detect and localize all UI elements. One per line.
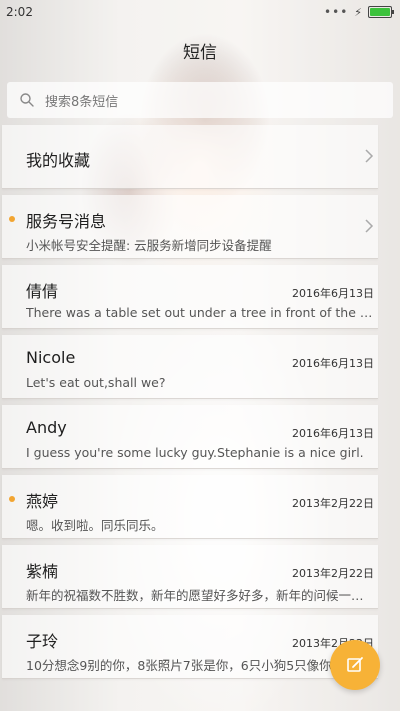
conversation-name: 倩倩	[26, 282, 59, 301]
conversation-date: 2013年2月22日	[292, 567, 374, 580]
conversation-name: 紫楠	[26, 562, 59, 581]
conversation-name: 燕婷	[26, 492, 59, 511]
chevron-right-icon	[365, 219, 374, 233]
conversation-preview: 新年的祝福数不胜数，新年的愿望好多好多，新年的问候一个又一个	[26, 588, 376, 603]
compose-button[interactable]	[330, 640, 380, 690]
list-item[interactable]: Nicole 2016年6月13日 Let's eat out,shall we…	[2, 335, 378, 399]
chevron-right-icon	[365, 149, 374, 163]
conversation-date: 2016年6月13日	[292, 287, 374, 300]
status-time: 2:02	[6, 5, 33, 19]
unread-dot	[9, 216, 15, 222]
conversation-preview: 嗯。收到啦。同乐同乐。	[26, 518, 164, 533]
conversation-name: 服务号消息	[26, 212, 107, 231]
favorites-item[interactable]: 我的收藏	[2, 125, 378, 189]
list-item[interactable]: Andy 2016年6月13日 I guess you're some luck…	[2, 405, 378, 469]
status-bar: 2:02 ••• ⚡	[0, 0, 400, 24]
conversation-name: Nicole	[26, 348, 76, 367]
list-item[interactable]: 倩倩 2016年6月13日 There was a table set out …	[2, 265, 378, 329]
list-item[interactable]: 紫楠 2013年2月22日 新年的祝福数不胜数，新年的愿望好多好多，新年的问候一…	[2, 545, 378, 609]
conversation-preview: 10分想念9别的你，8张照片7张是你，6只小狗5只像你	[26, 658, 332, 673]
conversation-preview: 小米帐号安全提醒: 云服务新增同步设备提醒	[26, 238, 272, 253]
battery-fill	[370, 8, 390, 16]
search-icon	[20, 93, 34, 107]
unread-dot	[9, 496, 15, 502]
favorites-label: 我的收藏	[26, 151, 91, 170]
search-input[interactable]: 搜索8条短信	[45, 91, 118, 110]
conversation-preview: Let's eat out,shall we?	[26, 375, 166, 390]
list-item[interactable]: 子玲 2013年2月22日 10分想念9别的你，8张照片7张是你，6只小狗5只像…	[2, 615, 378, 679]
conversation-preview: I guess you're some lucky guy.Stephanie …	[26, 445, 364, 460]
list-item-service-messages[interactable]: 服务号消息 小米帐号安全提醒: 云服务新增同步设备提醒	[2, 195, 378, 259]
compose-icon	[347, 657, 363, 672]
charging-icon: ⚡	[354, 5, 362, 19]
conversation-name: Andy	[26, 418, 67, 437]
more-notifications-icon: •••	[324, 5, 349, 19]
conversation-date: 2016年6月13日	[292, 357, 374, 370]
battery-icon	[368, 6, 394, 18]
list-item[interactable]: 燕婷 2013年2月22日 嗯。收到啦。同乐同乐。	[2, 475, 378, 539]
conversation-date: 2013年2月22日	[292, 497, 374, 510]
conversation-preview: There was a table set out under a tree i…	[26, 305, 376, 320]
status-icons: ••• ⚡	[324, 5, 394, 19]
search-bar[interactable]: 搜索8条短信	[7, 82, 393, 118]
page-title: 短信	[183, 43, 217, 63]
conversation-date: 2016年6月13日	[292, 427, 374, 440]
conversation-name: 子玲	[26, 632, 59, 651]
